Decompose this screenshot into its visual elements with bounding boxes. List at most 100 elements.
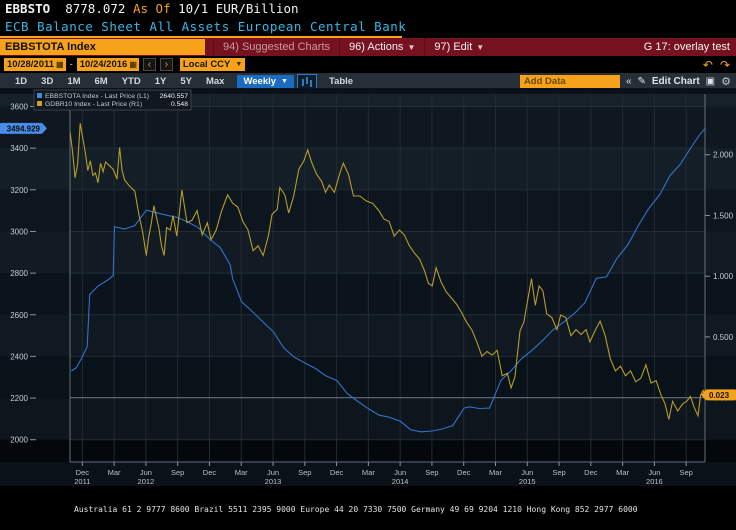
range-ytd-button[interactable]: YTD	[115, 76, 148, 87]
left-axis-tick-label: 3000	[10, 227, 28, 236]
footer-contacts-line: Australia 61 2 9777 8600 Brazil 5511 239…	[74, 505, 638, 514]
x-axis-month-label: Jun	[140, 468, 152, 477]
range-6m-button[interactable]: 6M	[88, 76, 115, 87]
left-axis-tick-label: 3200	[10, 186, 28, 195]
range-1d-button[interactable]: 1D	[8, 76, 34, 87]
security-description: ECB Balance Sheet All Assets European Ce…	[5, 19, 407, 34]
command-line: EBBSTO 8778.072 As Of 10/1 EUR/Billion	[0, 0, 736, 17]
x-axis-year-label: 2015	[519, 477, 536, 486]
active-panel-underline	[0, 36, 402, 38]
svg-text:3494.929: 3494.929	[7, 124, 41, 133]
ticker-text: EBBSTO	[5, 1, 51, 16]
x-axis-month-label: Mar	[489, 468, 502, 477]
collapse-panel-icon[interactable]: «	[626, 76, 632, 87]
x-axis-month-label: Dec	[330, 468, 344, 477]
right-axis-last-price-badge: 0.023	[701, 389, 736, 401]
chart-plot-area[interactable]: 3600 3400 3200 3000 2800 2600 2400 2200 2000 2.00…	[0, 88, 736, 486]
range-max-button[interactable]: Max	[199, 76, 231, 87]
unit-label: EUR/Billion	[215, 1, 299, 16]
svg-text:0.023: 0.023	[709, 391, 730, 400]
x-axis-month-label: Sep	[298, 468, 311, 477]
security-input[interactable]: EBBSTOTA Index	[0, 39, 205, 55]
x-axis-year-label: 2011	[74, 477, 90, 486]
x-axis-month-label: Jun	[394, 468, 406, 477]
suggested-charts-button[interactable]: 94) Suggested Charts	[213, 38, 339, 56]
end-date-input[interactable]: 10/24/2016 ▦	[76, 58, 139, 71]
chart-tag-label: G 17: overlay test	[643, 41, 730, 53]
date-range-bar: 10/28/2011 ▦ - 10/24/2016 ▦ ‹ › Local CCY ▼…	[0, 56, 736, 73]
x-axis-month-label: Mar	[235, 468, 248, 477]
x-axis-year-label: 2013	[265, 477, 282, 486]
x-axis-month-label: Sep	[552, 468, 565, 477]
dropdown-arrow-icon: ▼	[235, 61, 243, 68]
legend-swatch	[37, 93, 42, 98]
x-axis-month-label: Jun	[267, 468, 279, 477]
gear-icon[interactable]: ⚙	[721, 75, 731, 88]
x-axis-month-label: Mar	[108, 468, 121, 477]
legend-value: 2640.557	[160, 93, 189, 100]
shift-forward-button[interactable]: ›	[159, 58, 173, 71]
edit-menu-button[interactable]: 97) Edit ▼	[424, 38, 493, 56]
x-axis-month-label: Dec	[203, 468, 217, 477]
range-buttons: 1D 3D 1M 6M YTD 1Y 5Y Max	[8, 76, 231, 87]
legend-value: 0.548	[171, 101, 188, 108]
left-axis-tick-label: 2600	[10, 311, 28, 320]
x-axis-month-label: Sep	[680, 468, 693, 477]
actions-menu-button[interactable]: 96) Actions ▼	[339, 38, 424, 56]
date-separator: -	[69, 59, 73, 70]
x-axis-year-label: 2016	[646, 477, 663, 486]
legend-label: EBBSTOTA Index - Last Price (L1)	[45, 93, 149, 100]
left-axis-tick-label: 2800	[10, 269, 28, 278]
dropdown-arrow-icon: ▼	[407, 42, 416, 52]
chart-options-icon[interactable]: ▣	[706, 76, 715, 87]
left-axis-last-price-badge: 3494.929	[0, 122, 47, 134]
range-5y-button[interactable]: 5Y	[173, 76, 199, 87]
overlay-chart[interactable]: 3600 3400 3200 3000 2800 2600 2400 2200 2000 2.00…	[0, 88, 736, 486]
x-axis-month-label: Dec	[457, 468, 471, 477]
dropdown-arrow-icon: ▼	[281, 77, 288, 85]
table-button[interactable]: Table	[317, 76, 365, 87]
x-axis-month-label: Sep	[425, 468, 438, 477]
pencil-icon: ✎	[637, 76, 646, 87]
edit-chart-button[interactable]: Edit Chart	[652, 76, 700, 87]
dropdown-arrow-icon: ▼	[476, 42, 485, 52]
left-axis-tick-label: 3600	[10, 102, 28, 111]
range-3d-button[interactable]: 3D	[34, 76, 60, 87]
calendar-icon[interactable]: ▦	[56, 58, 64, 71]
x-axis-month-label: Mar	[362, 468, 375, 477]
add-data-input[interactable]: Add Data	[519, 75, 620, 88]
left-axis-tick-label: 2000	[10, 436, 28, 445]
range-1y-button[interactable]: 1Y	[148, 76, 174, 87]
right-axis-tick-label: 0.500	[713, 333, 734, 342]
x-axis-month-label: Dec	[76, 468, 90, 477]
x-axis-year-label: 2012	[138, 477, 155, 486]
x-axis-month-label: Sep	[171, 468, 184, 477]
period-select[interactable]: Weekly ▼	[237, 74, 294, 89]
calendar-icon[interactable]: ▦	[129, 58, 137, 71]
chart-legend: EBBSTOTA Index - Last Price (L1) 2640.557…	[33, 89, 192, 111]
legend-label: GDBR10 Index - Last Price (R1)	[45, 101, 142, 108]
ticker-value: 8778.072	[65, 1, 126, 16]
left-axis-tick-label: 2200	[10, 394, 28, 403]
function-toolbar: EBBSTOTA Index 94) Suggested Charts 96) …	[0, 38, 736, 56]
x-axis-month-label: Mar	[616, 468, 629, 477]
x-axis-month-label: Dec	[584, 468, 598, 477]
right-axis-tick-label: 1.000	[713, 272, 734, 281]
x-axis-year-label: 2014	[392, 477, 409, 486]
start-date-input[interactable]: 10/28/2011 ▦	[4, 58, 66, 71]
as-of-label: As Of	[132, 1, 171, 16]
undo-icon[interactable]: ↶	[703, 58, 713, 72]
x-axis-month-label: Jun	[648, 468, 660, 477]
left-axis-tick-label: 3400	[10, 144, 28, 153]
right-axis-tick-label: 1.500	[713, 211, 734, 220]
redo-icon[interactable]: ↷	[720, 58, 730, 72]
terminal-footer: Australia 61 2 9777 8600 Brazil 5511 239…	[0, 486, 736, 530]
as-of-date: 10/1	[178, 1, 209, 16]
bloomberg-terminal-window: EBBSTO 8778.072 As Of 10/1 EUR/Billion E…	[0, 0, 736, 530]
left-axis-tick-label: 2400	[10, 352, 28, 361]
right-axis-tick-label: 2.000	[713, 151, 734, 160]
currency-select[interactable]: Local CCY ▼	[179, 58, 246, 71]
range-1m-button[interactable]: 1M	[60, 76, 87, 87]
legend-swatch	[37, 101, 42, 106]
shift-back-button[interactable]: ‹	[142, 58, 156, 71]
